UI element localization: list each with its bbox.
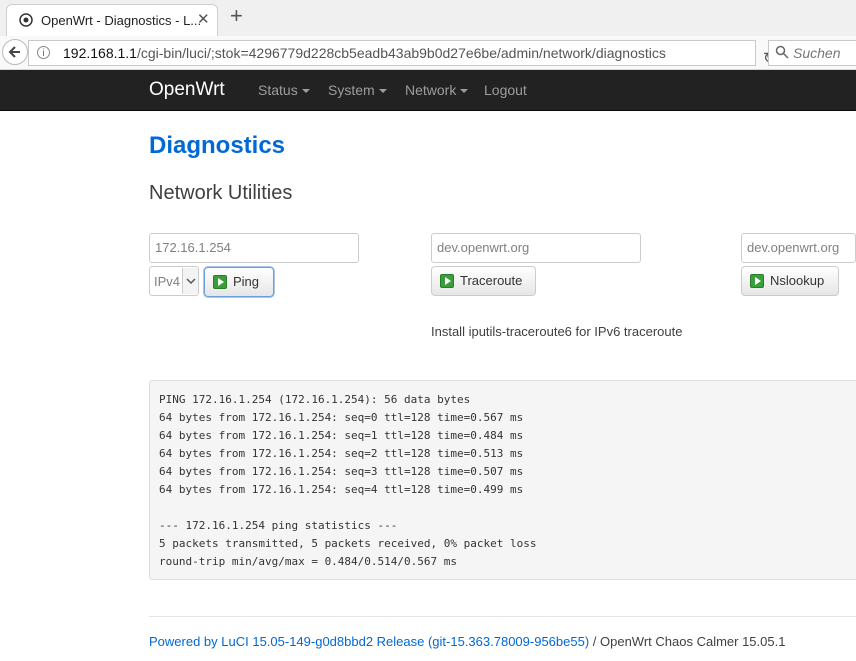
nslookup-button-label: Nslookup bbox=[770, 273, 825, 288]
brand-logo[interactable]: OpenWrt bbox=[149, 79, 225, 101]
caret-down-icon bbox=[460, 89, 469, 94]
nav-logout-link[interactable]: Logout bbox=[484, 82, 527, 98]
footer-divider bbox=[149, 616, 856, 617]
url-host: 192.168.1.1 bbox=[63, 45, 137, 61]
search-placeholder: Suchen bbox=[793, 45, 841, 61]
url-text: 192.168.1.1/cgi-bin/luci/;stok=4296779d2… bbox=[63, 45, 666, 61]
caret-down-icon bbox=[301, 89, 310, 94]
run-icon bbox=[750, 274, 764, 288]
chevron-down-icon bbox=[182, 268, 198, 294]
nav-label: Network bbox=[405, 82, 457, 98]
traceroute-button-label: Traceroute bbox=[460, 273, 523, 288]
url-bar[interactable]: i 192.168.1.1/cgi-bin/luci/;stok=4296779… bbox=[28, 40, 776, 67]
nav-network-menu[interactable]: Network bbox=[405, 82, 469, 98]
traceroute-host-input[interactable]: dev.openwrt.org bbox=[431, 233, 641, 263]
command-output-text: PING 172.16.1.254 (172.16.1.254): 56 dat… bbox=[159, 393, 537, 568]
browser-tab[interactable]: OpenWrt - Diagnostics - L... ✕ bbox=[6, 4, 218, 36]
new-tab-icon[interactable]: + bbox=[230, 4, 243, 28]
footer-version-text: / OpenWrt Chaos Calmer 15.05.1 bbox=[589, 634, 786, 649]
url-path: /cgi-bin/luci/;stok=4296779d228cb5eadb43… bbox=[136, 45, 666, 61]
protocol-select-value: IPv4 bbox=[154, 274, 181, 289]
ping-host-input[interactable]: 172.16.1.254 bbox=[149, 233, 359, 263]
footer: Powered by LuCI 15.05-149-g0d8bbd2 Relea… bbox=[149, 634, 785, 649]
caret-down-icon bbox=[378, 89, 387, 94]
section-title: Network Utilities bbox=[149, 182, 293, 204]
nslookup-host-input[interactable]: dev.openwrt.org bbox=[741, 233, 856, 263]
traceroute-hint: Install iputils-traceroute6 for IPv6 tra… bbox=[431, 324, 683, 339]
luci-version-link[interactable]: Powered by LuCI 15.05-149-g0d8bbd2 Relea… bbox=[149, 634, 589, 649]
ping-button-label: Ping bbox=[233, 274, 260, 289]
nav-label: Status bbox=[258, 82, 298, 98]
back-arrow-icon bbox=[8, 46, 20, 58]
nslookup-button[interactable]: Nslookup bbox=[741, 266, 839, 296]
run-icon bbox=[440, 274, 454, 288]
nav-system-menu[interactable]: System bbox=[328, 82, 387, 98]
search-icon bbox=[775, 45, 789, 59]
nav-status-menu[interactable]: Status bbox=[258, 82, 310, 98]
back-button[interactable] bbox=[2, 39, 28, 65]
nav-label: System bbox=[328, 82, 375, 98]
page-title: Diagnostics bbox=[149, 132, 286, 159]
run-icon bbox=[213, 275, 227, 289]
openwrt-favicon-icon bbox=[19, 13, 33, 27]
browser-nav-bar: i 192.168.1.1/cgi-bin/luci/;stok=4296779… bbox=[0, 36, 856, 70]
info-icon[interactable]: i bbox=[37, 46, 50, 59]
openwrt-header: OpenWrt Status System Network Logout bbox=[0, 70, 856, 111]
command-output: PING 172.16.1.254 (172.16.1.254): 56 dat… bbox=[149, 380, 856, 580]
traceroute-button[interactable]: Traceroute bbox=[431, 266, 536, 296]
ping-button[interactable]: Ping bbox=[204, 267, 274, 297]
browser-tab-bar: OpenWrt - Diagnostics - L... ✕ + bbox=[0, 0, 856, 36]
close-tab-icon[interactable]: ✕ bbox=[197, 10, 210, 28]
search-bar[interactable]: Suchen bbox=[768, 40, 856, 66]
tab-title: OpenWrt - Diagnostics - L... bbox=[41, 13, 202, 28]
protocol-select[interactable]: IPv4 bbox=[149, 266, 199, 296]
